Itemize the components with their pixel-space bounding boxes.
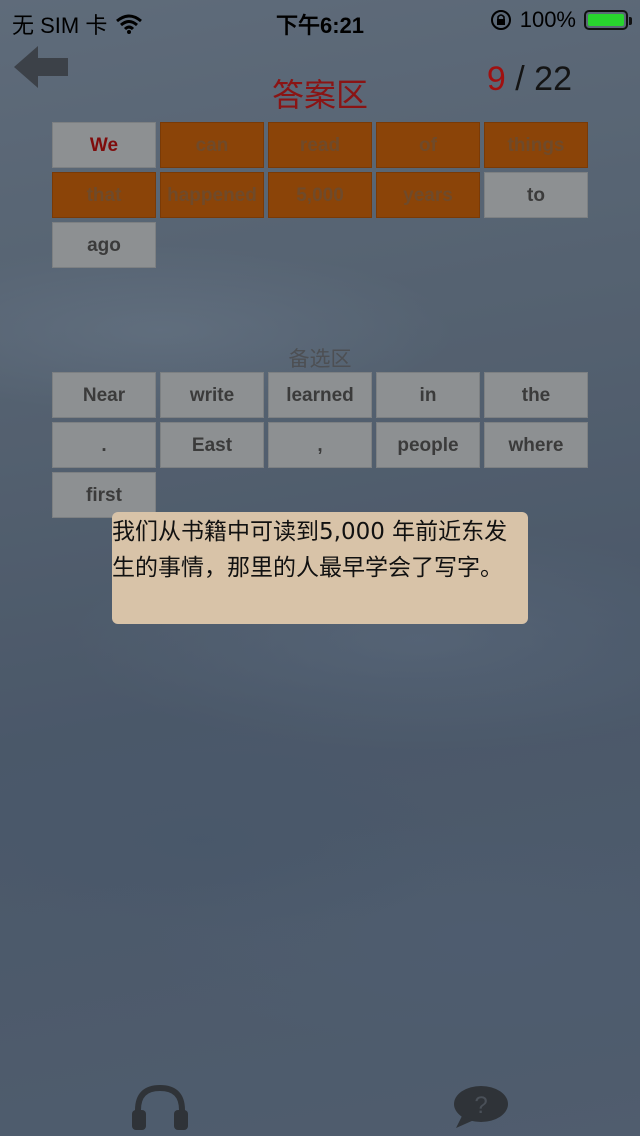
candidate-tile[interactable]: people (376, 422, 480, 468)
battery-icon (584, 10, 632, 30)
answer-tile[interactable]: that (52, 172, 156, 218)
orientation-lock-icon (490, 10, 511, 30)
candidate-tile[interactable]: learned (268, 372, 372, 418)
candidate-tile[interactable]: . (52, 422, 156, 468)
candidate-label: 备选区 (288, 348, 352, 371)
candidate-tile[interactable]: the (484, 372, 588, 418)
counter-total: 22 (534, 60, 572, 98)
candidate-tile[interactable]: East (160, 422, 264, 468)
candidate-tile[interactable]: in (376, 372, 480, 418)
candidate-tile[interactable]: write (160, 372, 264, 418)
answer-tile[interactable]: years (376, 172, 480, 218)
status-bar: 无 SIM 卡 下午6:21 100% (0, 0, 640, 40)
answer-tile[interactable]: ago (52, 222, 156, 268)
answer-tile[interactable]: can (160, 122, 264, 168)
answer-tile[interactable]: of (376, 122, 480, 168)
answer-tile[interactable]: 5,000 (268, 172, 372, 218)
candidate-tile[interactable]: Near (52, 372, 156, 418)
answer-tile[interactable]: things (484, 122, 588, 168)
answer-tile[interactable]: to (484, 172, 588, 218)
answer-tile[interactable]: read (268, 122, 372, 168)
status-right: 100% (490, 7, 632, 33)
answer-tile[interactable]: We (52, 122, 156, 168)
counter-separator: / (505, 60, 535, 98)
counter-current: 9 (486, 60, 506, 98)
answer-tile[interactable]: happened (160, 172, 264, 218)
progress-counter: 9 / 22 (487, 60, 572, 99)
headphones-icon[interactable] (130, 1082, 190, 1132)
chat-bubble-icon[interactable]: ? (452, 1084, 510, 1130)
translation-popup: 我们从书籍中可读到5,000 年前近东发生的事情，那里的人最早学会了写字。 (112, 512, 528, 624)
candidate-tile[interactable]: , (268, 422, 372, 468)
svg-text:?: ? (474, 1092, 487, 1119)
candidate-tile[interactable]: where (484, 422, 588, 468)
battery-percent: 100% (519, 7, 576, 32)
